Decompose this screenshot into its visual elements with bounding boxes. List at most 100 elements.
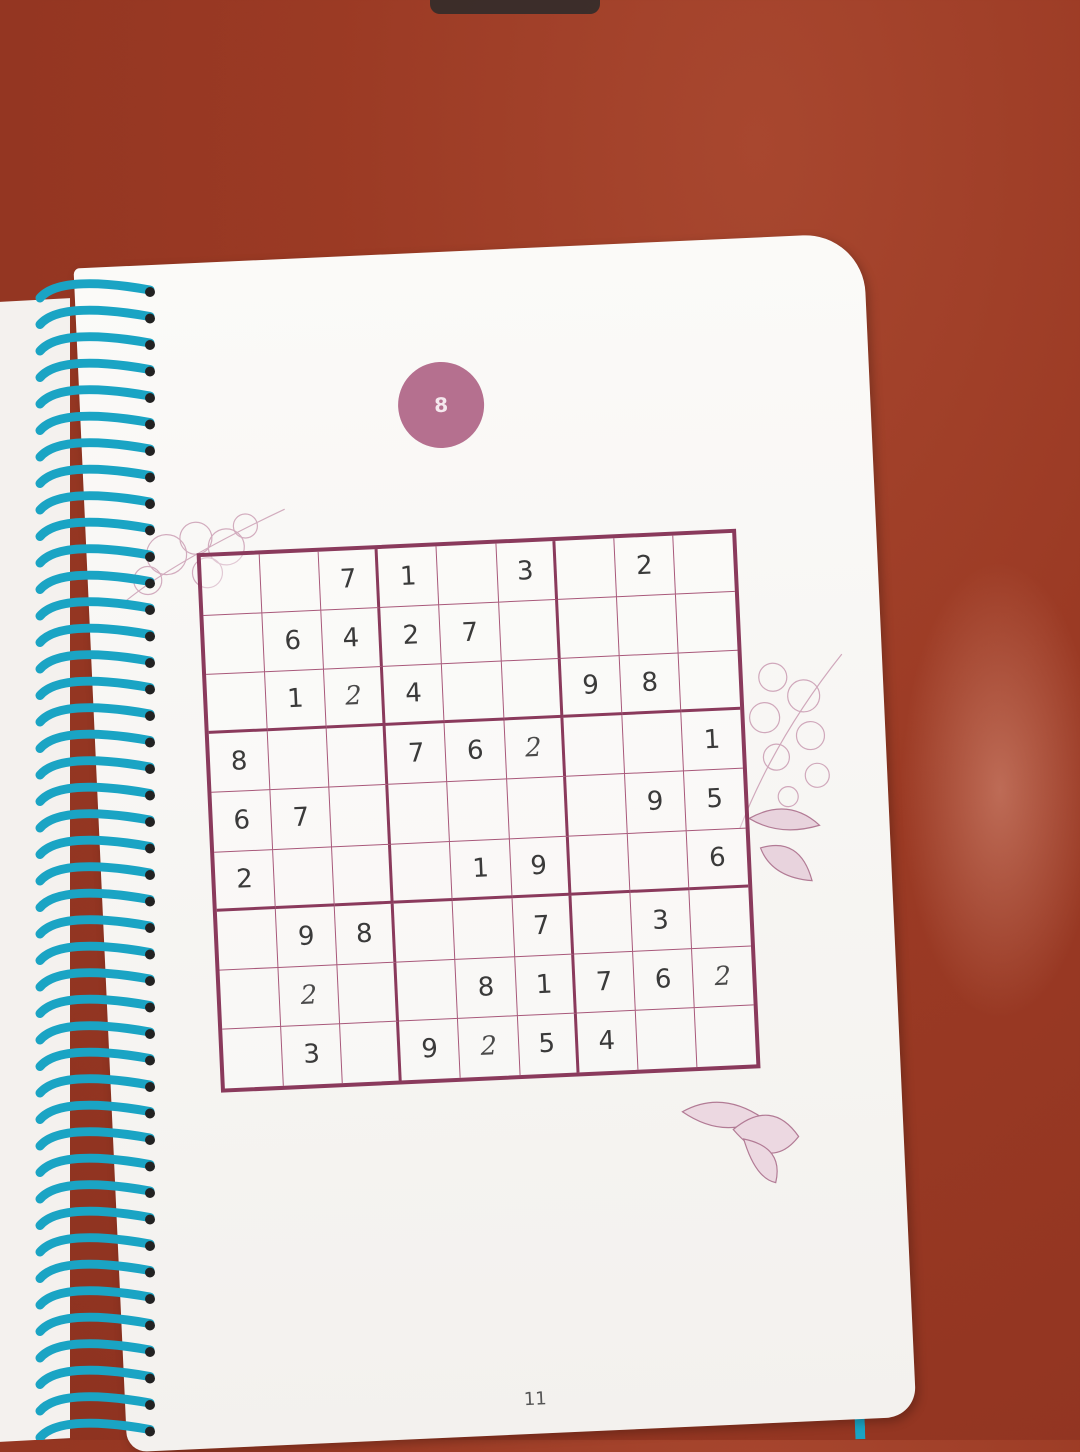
sudoku-cell[interactable] xyxy=(689,887,751,949)
sudoku-cell[interactable]: 9 xyxy=(399,1018,462,1081)
sudoku-cell[interactable] xyxy=(332,844,394,906)
spiral-ring xyxy=(35,385,155,409)
sudoku-cell[interactable]: 6 xyxy=(686,828,749,890)
sudoku-cell[interactable]: 1 xyxy=(265,669,327,732)
sudoku-cell[interactable]: 9 xyxy=(509,836,572,898)
sudoku-cell[interactable]: 9 xyxy=(624,771,687,834)
sudoku-cell[interactable]: 1 xyxy=(681,710,743,772)
sudoku-cell[interactable] xyxy=(203,613,266,676)
spiral-ring xyxy=(35,1365,155,1389)
sudoku-cell[interactable]: 6 xyxy=(211,790,274,853)
punch-hole xyxy=(145,1214,155,1225)
sudoku-cell[interactable]: 1 xyxy=(514,954,577,1017)
sudoku-cell[interactable] xyxy=(259,551,322,614)
sudoku-cell[interactable]: 5 xyxy=(517,1013,580,1076)
sudoku-cell[interactable] xyxy=(337,962,400,1025)
sudoku-cell[interactable]: 3 xyxy=(495,540,558,603)
sudoku-cell[interactable]: 6 xyxy=(444,720,507,783)
sudoku-cell[interactable] xyxy=(571,892,633,955)
sudoku-cell[interactable] xyxy=(635,1007,698,1070)
sudoku-cell[interactable] xyxy=(222,1026,284,1089)
sudoku-cell[interactable]: 8 xyxy=(455,956,518,1019)
sudoku-cell[interactable]: 7 xyxy=(573,951,636,1014)
sudoku-cell[interactable]: 1 xyxy=(377,546,440,609)
sudoku-cell[interactable] xyxy=(273,846,335,909)
sudoku-cell[interactable]: 1 xyxy=(450,838,513,901)
sudoku-cell[interactable]: 7 xyxy=(439,602,502,665)
sudoku-cell[interactable] xyxy=(453,897,515,960)
sudoku-cell[interactable]: 7 xyxy=(512,895,574,957)
sudoku-cell[interactable] xyxy=(675,591,738,654)
sudoku-cell[interactable]: 3 xyxy=(630,889,692,952)
sudoku-cell[interactable] xyxy=(206,672,268,735)
sudoku-cell[interactable]: 8 xyxy=(619,653,682,716)
punch-hole xyxy=(145,313,155,324)
punch-hole xyxy=(145,1029,155,1039)
sudoku-cell[interactable] xyxy=(442,661,505,724)
sudoku-cell[interactable] xyxy=(329,785,392,847)
sudoku-cell[interactable] xyxy=(678,651,741,713)
spiral-ring xyxy=(35,809,155,833)
sudoku-cell[interactable]: 6 xyxy=(262,610,325,673)
sudoku-cell[interactable] xyxy=(393,900,456,963)
sudoku-cell[interactable] xyxy=(388,782,451,845)
sudoku-cell[interactable] xyxy=(622,712,684,775)
sudoku-cell[interactable] xyxy=(555,538,617,601)
punch-hole xyxy=(145,737,155,748)
sudoku-cell[interactable]: 9 xyxy=(275,905,338,968)
sudoku-cell[interactable]: 4 xyxy=(576,1010,639,1073)
sudoku-cell[interactable]: 8 xyxy=(208,731,271,794)
sudoku-cell[interactable]: 2 xyxy=(614,535,676,598)
punch-hole xyxy=(145,552,155,562)
spiral-ring xyxy=(35,1127,155,1151)
sudoku-cell[interactable]: 2 xyxy=(380,605,443,668)
sudoku-cell[interactable] xyxy=(219,967,282,1030)
sudoku-cell[interactable] xyxy=(673,532,735,595)
sudoku-cell[interactable] xyxy=(436,543,499,606)
spiral-ring xyxy=(35,411,155,435)
sudoku-cell[interactable]: 2 xyxy=(278,965,341,1027)
sudoku-cell[interactable] xyxy=(267,728,330,791)
punch-hole xyxy=(145,790,155,801)
punch-hole xyxy=(145,1002,155,1013)
sudoku-cell[interactable] xyxy=(447,779,510,842)
sudoku-cell[interactable] xyxy=(391,841,454,904)
sudoku-cell[interactable] xyxy=(498,600,561,662)
sudoku-cell[interactable] xyxy=(326,726,389,788)
sudoku-cell[interactable]: 3 xyxy=(281,1024,343,1086)
sudoku-cell[interactable] xyxy=(627,830,690,893)
sudoku-cell[interactable]: 8 xyxy=(334,903,397,966)
sudoku-cell[interactable] xyxy=(563,715,625,778)
spiral-ring xyxy=(35,597,155,621)
sudoku-cell[interactable] xyxy=(568,833,631,896)
punch-hole xyxy=(145,631,155,642)
sudoku-cell[interactable] xyxy=(557,597,620,660)
spiral-ring xyxy=(35,623,155,647)
punch-hole xyxy=(145,1320,155,1331)
sudoku-cell[interactable]: 7 xyxy=(270,787,333,850)
sudoku-cell[interactable] xyxy=(501,659,564,721)
punch-hole xyxy=(145,1267,155,1278)
sudoku-cell[interactable]: 2 xyxy=(324,667,386,729)
sudoku-cell[interactable] xyxy=(565,774,628,837)
sudoku-cell[interactable] xyxy=(616,594,679,657)
sudoku-cell[interactable]: 7 xyxy=(385,723,448,786)
sudoku-cell[interactable]: 5 xyxy=(683,769,746,831)
sudoku-cell[interactable] xyxy=(216,908,279,971)
sudoku-cell[interactable]: 2 xyxy=(214,849,276,912)
sudoku-cell[interactable]: 2 xyxy=(504,718,566,780)
punch-hole xyxy=(145,658,155,668)
sudoku-cell[interactable] xyxy=(506,777,569,839)
sudoku-cell[interactable]: 4 xyxy=(383,664,445,727)
sudoku-cell[interactable] xyxy=(396,959,459,1022)
spiral-ring xyxy=(35,1233,155,1257)
sudoku-cell[interactable]: 9 xyxy=(560,656,623,719)
sudoku-cell[interactable]: 2 xyxy=(691,946,754,1008)
sudoku-cell[interactable]: 6 xyxy=(632,948,695,1011)
sudoku-cell[interactable] xyxy=(695,1005,757,1067)
sudoku-cell[interactable]: 2 xyxy=(458,1016,521,1078)
sudoku-cell[interactable]: 4 xyxy=(321,608,384,670)
sudoku-cell[interactable]: 7 xyxy=(318,549,381,611)
sudoku-cell[interactable] xyxy=(200,554,263,617)
sudoku-cell[interactable] xyxy=(340,1021,403,1084)
